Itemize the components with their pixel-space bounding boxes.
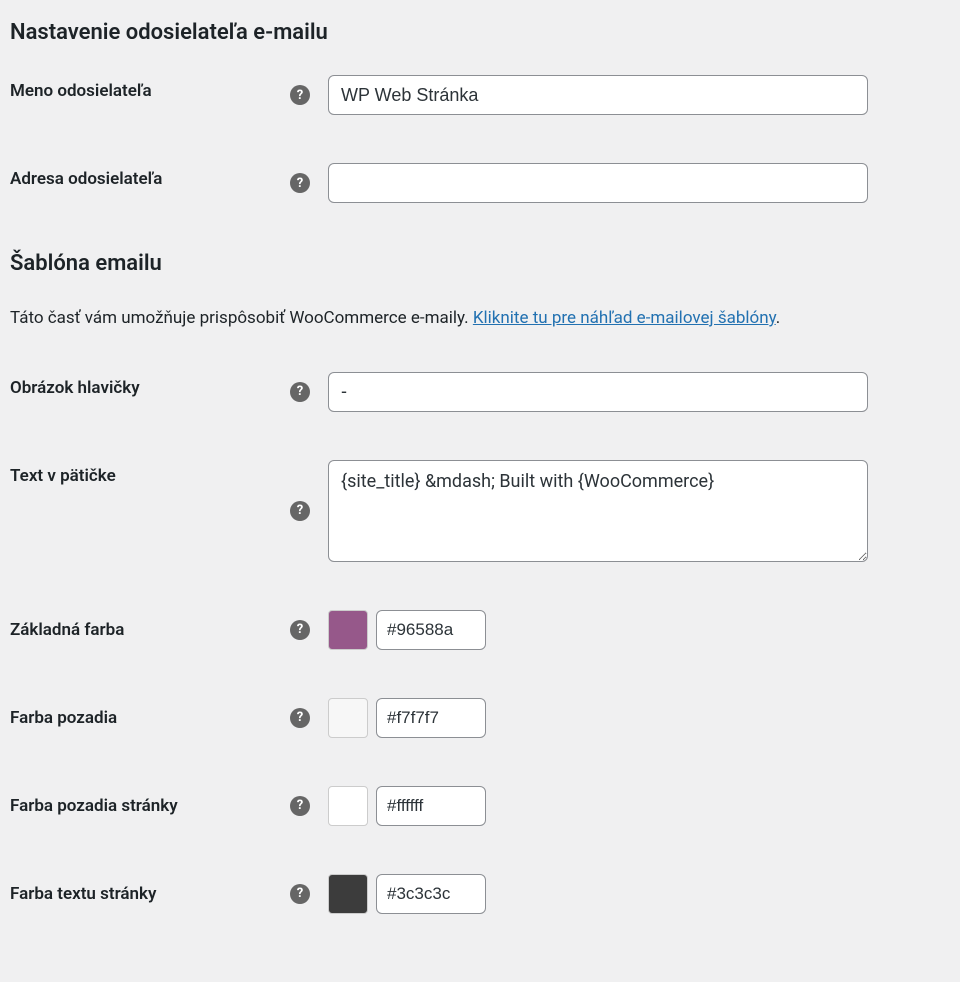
bg-color-row: Farba pozadia ? [10, 698, 950, 738]
preview-template-link[interactable]: Kliknite tu pre náhľad e-mailovej šablón… [473, 308, 776, 328]
bg-color-input[interactable] [376, 698, 486, 738]
email-template-section: Šablóna emailu Táto časť vám umožňuje pr… [10, 251, 950, 914]
sender-address-label: Adresa odosielateľa [10, 169, 162, 189]
body-text-color-swatch[interactable] [328, 874, 368, 914]
body-bg-color-row: Farba pozadia stránky ? [10, 786, 950, 826]
help-icon[interactable]: ? [290, 708, 310, 728]
base-color-row: Základná farba ? [10, 610, 950, 650]
bg-color-swatch[interactable] [328, 698, 368, 738]
header-image-label: Obrázok hlavičky [10, 378, 140, 398]
template-description-prefix: Táto časť vám umožňuje prispôsobiť WooCo… [10, 308, 473, 328]
sender-name-input[interactable] [328, 75, 868, 115]
sender-section-heading: Nastavenie odosielateľa e-mailu [10, 20, 950, 45]
help-icon[interactable]: ? [290, 620, 310, 640]
header-image-input[interactable] [328, 372, 868, 412]
body-bg-color-swatch[interactable] [328, 786, 368, 826]
sender-address-row: Adresa odosielateľa ? [10, 163, 950, 203]
help-icon[interactable]: ? [290, 382, 310, 402]
footer-text-label: Text v pätičke [10, 466, 116, 486]
body-text-color-input[interactable] [376, 874, 486, 914]
help-icon[interactable]: ? [290, 501, 310, 521]
footer-text-row: Text v pätičke ? [10, 460, 950, 562]
body-text-color-row: Farba textu stránky ? [10, 874, 950, 914]
template-description-suffix: . [776, 308, 780, 328]
footer-text-input[interactable] [328, 460, 868, 562]
sender-name-row: Meno odosielateľa ? [10, 75, 950, 115]
body-bg-color-input[interactable] [376, 786, 486, 826]
help-icon[interactable]: ? [290, 85, 310, 105]
body-bg-color-label: Farba pozadia stránky [10, 796, 178, 816]
template-description: Táto časť vám umožňuje prispôsobiť WooCo… [10, 306, 950, 332]
help-icon[interactable]: ? [290, 173, 310, 193]
base-color-label: Základná farba [10, 620, 124, 640]
base-color-input[interactable] [376, 610, 486, 650]
body-text-color-label: Farba textu stránky [10, 884, 156, 904]
sender-name-label: Meno odosielateľa [10, 81, 152, 101]
bg-color-label: Farba pozadia [10, 708, 117, 728]
sender-settings-section: Nastavenie odosielateľa e-mailu Meno odo… [10, 20, 950, 203]
sender-address-input[interactable] [328, 163, 868, 203]
header-image-row: Obrázok hlavičky ? [10, 372, 950, 412]
help-icon[interactable]: ? [290, 884, 310, 904]
help-icon[interactable]: ? [290, 796, 310, 816]
template-section-heading: Šablóna emailu [10, 251, 950, 276]
base-color-swatch[interactable] [328, 610, 368, 650]
